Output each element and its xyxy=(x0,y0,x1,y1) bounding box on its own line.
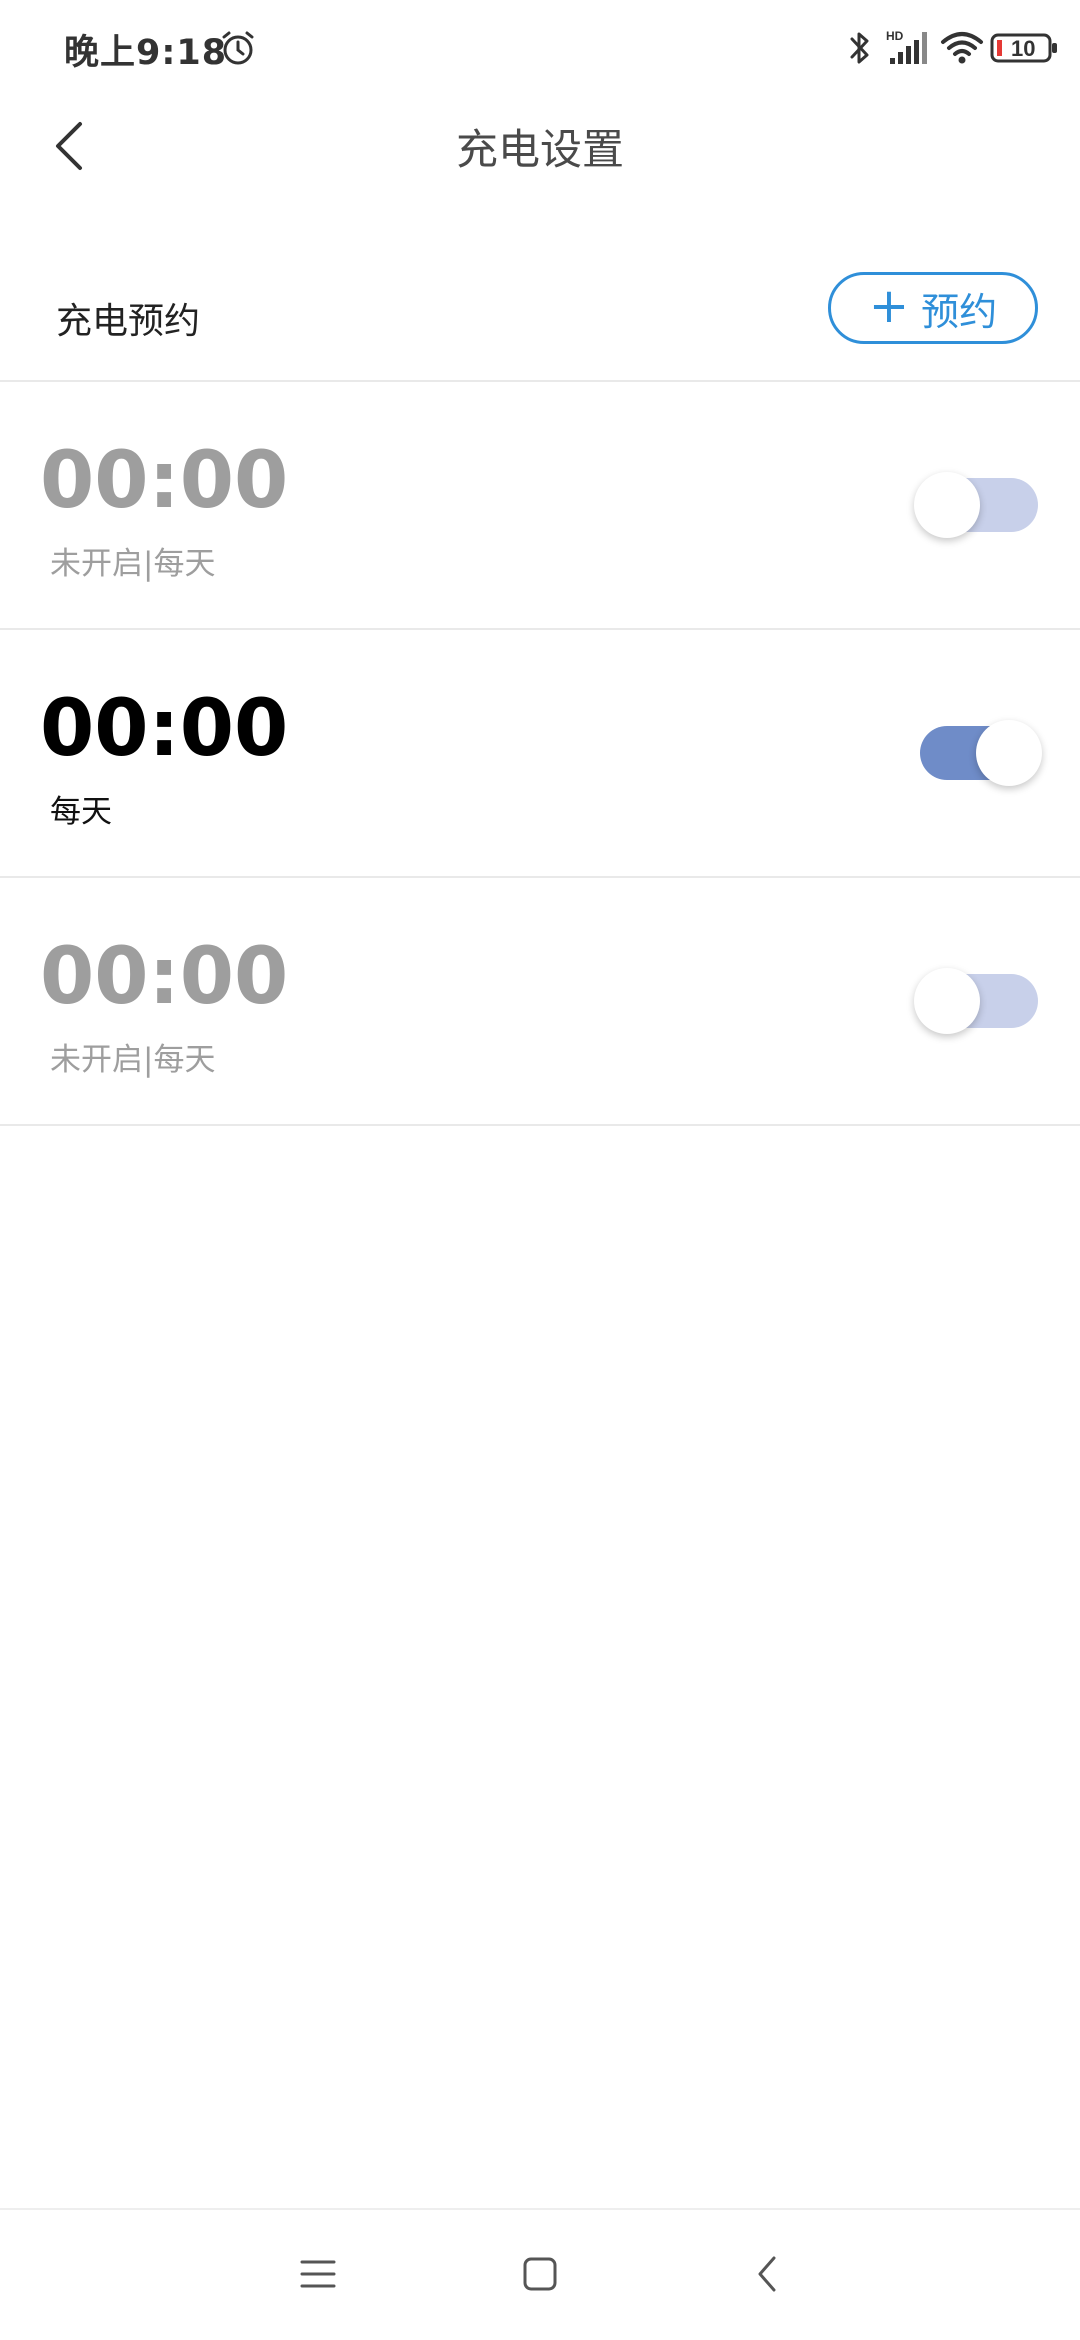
status-bar: 晚上9:18 HD 10 xyxy=(0,0,1080,96)
wifi-icon xyxy=(941,32,983,64)
add-schedule-button[interactable]: + 预约 xyxy=(828,272,1038,344)
bluetooth-icon xyxy=(850,32,869,64)
plus-icon: + xyxy=(868,278,910,334)
back-icon[interactable] xyxy=(738,2244,798,2304)
network-type-label: HD xyxy=(886,29,904,43)
system-nav-bar xyxy=(0,2208,1080,2340)
toggle-knob xyxy=(976,720,1042,786)
toggle-knob xyxy=(914,472,980,538)
schedule-time: 00:00 xyxy=(40,684,289,774)
schedule-subtitle: 未开启|每天 xyxy=(50,1042,216,1078)
schedule-time: 00:00 xyxy=(40,932,289,1022)
page-title: 充电设置 xyxy=(455,125,624,174)
menu-icon[interactable] xyxy=(288,2244,348,2304)
schedule-row[interactable]: 00:00 未开启|每天 xyxy=(0,382,1080,630)
alarm-icon xyxy=(222,31,254,65)
schedule-toggle[interactable] xyxy=(914,968,1040,1034)
cellular-signal-icon: HD xyxy=(886,29,927,64)
charging-settings-screen: 晚上9:18 HD 10 充电设置 充电预约 + 预约 00:00 未开启|每天… xyxy=(0,0,1080,2340)
schedule-row[interactable]: 00:00 未开启|每天 xyxy=(0,878,1080,1126)
status-time: 晚上9:18 xyxy=(64,33,228,73)
schedule-toggle[interactable] xyxy=(914,472,1040,538)
schedule-subtitle: 每天 xyxy=(50,794,112,830)
schedule-time: 00:00 xyxy=(40,436,289,526)
home-icon[interactable] xyxy=(510,2244,570,2304)
battery-icon: 10 xyxy=(990,33,1057,63)
add-schedule-label: 预约 xyxy=(921,289,998,334)
toggle-knob xyxy=(914,968,980,1034)
battery-level-text: 10 xyxy=(1011,36,1035,61)
schedule-toggle[interactable] xyxy=(920,720,1042,786)
schedule-subtitle: 未开启|每天 xyxy=(50,546,216,582)
schedule-row[interactable]: 00:00 每天 xyxy=(0,630,1080,878)
charging-schedule-section-header: 充电预约 + 预约 xyxy=(0,256,1080,382)
section-title: 充电预约 xyxy=(56,301,201,342)
app-header: 充电设置 xyxy=(0,96,1080,196)
